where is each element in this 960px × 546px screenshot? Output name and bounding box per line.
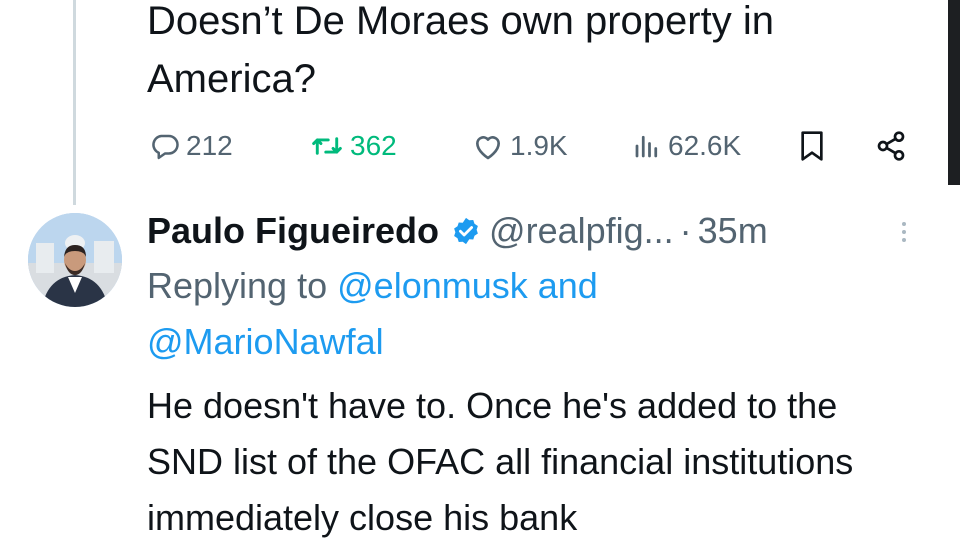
reply-text: He doesn't have to. Once he's added to t… bbox=[147, 385, 854, 538]
thread-connector-line bbox=[73, 0, 76, 205]
scrollbar[interactable] bbox=[948, 0, 960, 185]
repost-icon bbox=[310, 131, 344, 161]
reply-count: 212 bbox=[186, 130, 233, 161]
author-handle[interactable]: @realpfig... bbox=[489, 210, 674, 252]
more-icon[interactable] bbox=[898, 218, 910, 248]
replying-to-label: Replying to bbox=[147, 265, 328, 306]
verified-badge-icon bbox=[451, 216, 481, 246]
bookmark-button[interactable] bbox=[798, 124, 826, 168]
repost-button[interactable]: 362 bbox=[310, 124, 397, 168]
reply-icon bbox=[150, 131, 180, 161]
views-button[interactable]: 62.6K bbox=[632, 124, 741, 168]
previous-tweet-text: Doesn’t De Moraes own property in Americ… bbox=[147, 0, 774, 101]
header-separator: · bbox=[679, 210, 692, 251]
reply-button[interactable]: 212 bbox=[150, 124, 233, 168]
author-name[interactable]: Paulo Figueiredo bbox=[147, 210, 439, 252]
like-icon bbox=[472, 131, 504, 161]
share-button[interactable] bbox=[874, 124, 908, 168]
like-button[interactable]: 1.9K bbox=[472, 124, 568, 168]
mention-conjunction: and bbox=[537, 265, 598, 306]
tweet-action-bar: 212 362 1.9K 62.6K bbox=[150, 124, 910, 168]
mention-link[interactable]: @elonmusk bbox=[337, 265, 528, 306]
replying-to-line: Replying to @elonmusk and @MarioNawfal bbox=[147, 258, 887, 370]
bookmark-icon bbox=[798, 130, 826, 162]
like-count: 1.9K bbox=[510, 130, 568, 161]
views-icon bbox=[632, 131, 662, 161]
avatar[interactable] bbox=[28, 213, 122, 307]
timestamp[interactable]: 35m bbox=[698, 210, 768, 252]
reply-header: Paulo Figueiredo @realpfig... · 35m bbox=[147, 206, 927, 256]
views-count: 62.6K bbox=[668, 130, 742, 161]
repost-count: 362 bbox=[350, 130, 397, 161]
mention-link[interactable]: @MarioNawfal bbox=[147, 321, 384, 362]
share-icon bbox=[874, 130, 908, 162]
